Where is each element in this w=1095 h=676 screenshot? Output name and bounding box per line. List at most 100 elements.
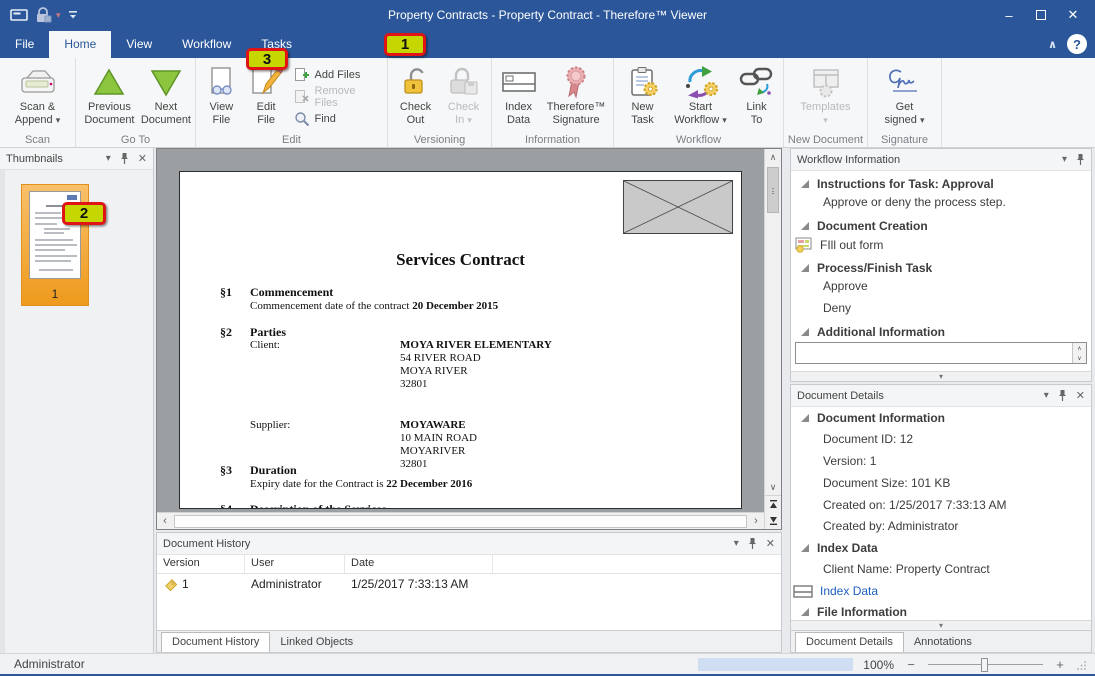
view-file-button[interactable]: ViewFile — [200, 60, 243, 127]
zoom-slider-thumb[interactable] — [981, 658, 988, 672]
minimize-button[interactable]: – — [993, 1, 1025, 29]
tab-view[interactable]: View — [111, 31, 167, 58]
tab-home[interactable]: Home — [49, 31, 111, 58]
ribbon-group-versioning: CheckOut Check In ▾ Versioning — [388, 58, 492, 147]
section-index-data[interactable]: Index Data — [791, 541, 1091, 555]
save-lock-icon[interactable]: ▾ — [34, 7, 61, 23]
section-document-creation[interactable]: Document Creation — [791, 219, 1091, 233]
section-file-information[interactable]: File Information — [791, 605, 1091, 619]
approve-action[interactable]: Approve — [791, 279, 1091, 293]
pin-icon[interactable] — [1058, 389, 1067, 402]
group-label-goto: Go To — [76, 134, 195, 146]
link-to-button[interactable]: LinkTo — [737, 60, 777, 127]
index-card-icon[interactable] — [10, 8, 28, 22]
add-files-button[interactable]: Add Files — [290, 64, 384, 86]
section-4-number: §4 — [220, 502, 232, 509]
panel-splitter[interactable]: ▾ — [791, 620, 1091, 630]
pin-icon[interactable] — [120, 152, 129, 165]
remove-files-button[interactable]: Remove Files — [290, 86, 384, 108]
vertical-scroll-thumb[interactable] — [767, 167, 779, 213]
index-data-link[interactable]: Index Data — [820, 584, 878, 598]
supplier-label: Supplier: — [250, 419, 290, 431]
index-data-button[interactable]: IndexData — [496, 60, 541, 127]
next-document-button[interactable]: NextDocument — [141, 60, 191, 127]
scroll-left-icon[interactable]: ‹ — [157, 515, 173, 527]
created-by-field: Created by: Administrator — [791, 519, 1091, 533]
panel-menu-icon[interactable]: ▾ — [1044, 390, 1049, 401]
tab-document-details[interactable]: Document Details — [795, 632, 904, 652]
get-signed-button[interactable]: Get signed ▾ — [875, 60, 935, 127]
history-row[interactable]: 1 Administrator 1/25/2017 7:33:13 AM — [157, 574, 781, 594]
previous-document-button[interactable]: PreviousDocument — [80, 60, 139, 127]
scan-append-button[interactable]: Scan & Append ▾ — [15, 60, 61, 127]
ribbon-group-information: IndexData Therefore™Signature Informatio… — [492, 58, 614, 147]
maximize-icon — [1036, 10, 1046, 20]
section-additional-info[interactable]: Additional Information — [791, 325, 1091, 339]
tab-linked-objects[interactable]: Linked Objects — [270, 633, 363, 652]
scroll-down-icon[interactable]: ∨ — [765, 479, 781, 495]
therefore-signature-button[interactable]: Therefore™Signature — [543, 60, 609, 127]
resize-grip-icon[interactable] — [1077, 660, 1087, 670]
pin-icon[interactable] — [1076, 153, 1085, 166]
spinner-up-icon[interactable]: ∧ — [1073, 343, 1086, 353]
find-button[interactable]: Find — [290, 108, 384, 130]
check-out-button[interactable]: CheckOut — [393, 60, 439, 127]
start-workflow-button[interactable]: Start Workflow ▾ — [667, 60, 735, 127]
zoom-in-button[interactable]: + — [1053, 657, 1067, 672]
panel-menu-icon[interactable]: ▾ — [106, 153, 111, 164]
pin-icon[interactable] — [748, 537, 757, 550]
previous-page-button[interactable] — [765, 496, 781, 513]
close-icon[interactable]: ✕ — [138, 152, 147, 165]
section-process-finish[interactable]: Process/Finish Task — [791, 261, 1091, 275]
templates-button[interactable]: Templates ▾ — [794, 60, 858, 127]
customize-qat-icon[interactable] — [67, 9, 79, 21]
close-icon[interactable]: ✕ — [766, 537, 775, 550]
section-instructions[interactable]: Instructions for Task: Approval — [791, 177, 1091, 191]
collapse-triangle-icon — [801, 544, 809, 552]
next-page-button[interactable] — [765, 513, 781, 530]
collapse-triangle-icon — [801, 608, 809, 616]
column-user[interactable]: User — [245, 555, 345, 573]
thumbnails-title: Thumbnails — [6, 153, 106, 165]
tab-document-history[interactable]: Document History — [161, 632, 270, 652]
collapse-ribbon-icon[interactable]: ∧ — [1048, 38, 1057, 51]
thumbnail-page-number: 1 — [22, 287, 88, 301]
fill-out-form-item[interactable]: FIll out form — [791, 237, 1091, 253]
rosette-ribbon-icon — [563, 63, 589, 101]
close-button[interactable]: ✕ — [1057, 1, 1089, 29]
maximize-button[interactable] — [1025, 1, 1057, 29]
ribbon-helpers: ∧ ? — [1048, 34, 1087, 54]
new-task-button[interactable]: NewTask — [621, 60, 665, 127]
scroll-right-icon[interactable]: › — [748, 515, 764, 527]
tab-file[interactable]: File — [0, 31, 49, 58]
tab-annotations[interactable]: Annotations — [904, 633, 982, 652]
deny-action[interactable]: Deny — [791, 301, 1091, 315]
horizontal-scroll-thumb[interactable] — [174, 515, 747, 528]
group-label-information: Information — [492, 134, 613, 146]
edit-file-button[interactable]: EditFile — [245, 60, 288, 127]
close-icon[interactable]: ✕ — [1076, 389, 1085, 402]
zoom-slider[interactable] — [928, 658, 1043, 672]
panel-menu-icon[interactable]: ▾ — [734, 538, 739, 549]
viewer-horizontal-scrollbar[interactable]: ‹ › — [157, 512, 764, 529]
viewer-vertical-scrollbar[interactable]: ∧ ∨ — [764, 149, 781, 529]
document-details-title: Document Details — [797, 390, 1044, 402]
ribbon-tab-row: File Home View Workflow Tasks — [0, 30, 1095, 58]
panel-menu-icon[interactable]: ▾ — [1062, 154, 1067, 165]
add-files-icon — [294, 67, 310, 83]
panel-splitter[interactable]: ▾ — [791, 371, 1091, 381]
zoom-out-button[interactable]: − — [904, 657, 918, 672]
scroll-up-icon[interactable]: ∧ — [765, 149, 781, 165]
index-data-link-row[interactable]: Index Data — [791, 584, 1091, 598]
input-spinner: ∧ ∨ — [1072, 343, 1086, 363]
document-viewer[interactable]: Services Contract §1 Commencement Commen… — [156, 148, 782, 530]
spinner-down-icon[interactable]: ∨ — [1073, 353, 1086, 363]
details-tabs: Document Details Annotations — [791, 630, 1091, 652]
tab-workflow[interactable]: Workflow — [167, 31, 246, 58]
column-version[interactable]: Version — [157, 555, 245, 573]
section-document-information[interactable]: Document Information — [791, 411, 1091, 425]
check-in-button[interactable]: Check In ▾ — [441, 60, 487, 127]
help-button[interactable]: ? — [1067, 34, 1087, 54]
column-date[interactable]: Date — [345, 555, 493, 573]
additional-information-input[interactable] — [796, 343, 1072, 363]
